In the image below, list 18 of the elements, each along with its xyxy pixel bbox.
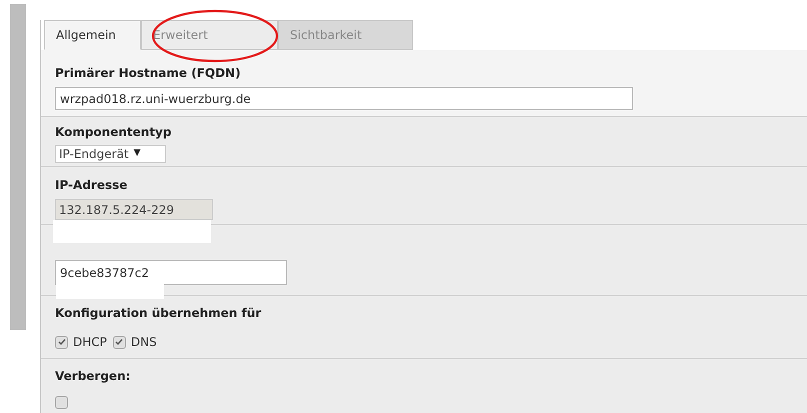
checkbox-label: DNS	[130, 334, 157, 351]
type-dropdown[interactable]: IP-Endgerät ▼	[55, 145, 166, 163]
field-label: Verbergen:	[55, 368, 132, 385]
checkbox[interactable]	[112, 336, 126, 348]
hostname-field[interactable]: wrzpad018.rz.uni-wuerzburg.de	[55, 87, 633, 110]
field-label: Komponententyp	[55, 124, 172, 141]
checkmark-icon	[115, 338, 124, 346]
checkbox[interactable]	[55, 396, 68, 409]
field-label: IP-Adresse	[55, 177, 128, 194]
mac-address-field[interactable]: 9cebe83787c2	[55, 260, 287, 285]
field-label: Primärer Hostname (FQDN)	[55, 65, 242, 82]
ip-address-field: 132.187.5.224-229	[55, 199, 213, 220]
checkbox[interactable]	[55, 336, 68, 348]
field-label: Konfiguration übernehmen für	[55, 305, 262, 322]
tab[interactable]: Allgemein	[44, 20, 141, 50]
checkmark-icon	[58, 338, 66, 346]
scrollbar[interactable]	[10, 4, 26, 330]
checkbox-label: DHCP	[73, 334, 107, 351]
